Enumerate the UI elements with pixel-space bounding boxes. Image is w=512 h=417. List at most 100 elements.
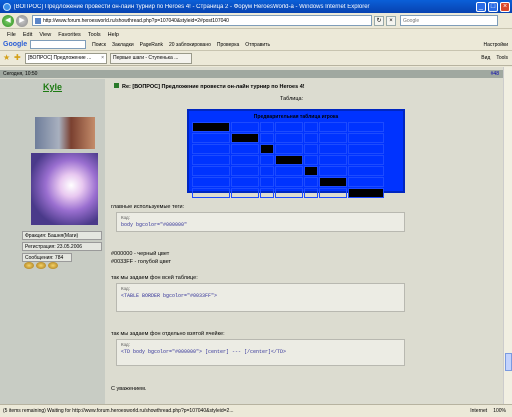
pagerank-indicator: PageRank [139, 41, 163, 48]
table-cell [192, 166, 230, 176]
add-favorite-icon[interactable]: ✚ [14, 54, 22, 62]
faction-info: Фракция: Башня(Маги) [22, 231, 102, 240]
browser-window: [ВОПРОС] Предложение провести он-лайн ту… [0, 0, 512, 417]
menu-file[interactable]: File [7, 32, 16, 38]
maximize-button[interactable]: □ [488, 1, 498, 12]
table-cell [319, 133, 347, 143]
table-cell [192, 122, 230, 132]
tab-label: [ВОПРОС] Предложение ... [28, 55, 92, 61]
close-tab-icon[interactable]: × [101, 55, 104, 61]
code-block-1: Код: body bgcolor="#000000" [116, 212, 405, 232]
url-input[interactable]: http://www.forum.heroesworld.ru/showthre… [32, 15, 372, 26]
registration-info: Регистрация: 23.05.2006 [22, 242, 102, 251]
table-cell [231, 166, 259, 176]
post-title-text: Re: [ВОПРОС] Предложение провести он-лай… [122, 84, 305, 90]
settings-button[interactable]: Настройки [483, 42, 508, 48]
table-cell [304, 122, 318, 132]
medal-icon [36, 262, 46, 269]
title-bar: [ВОПРОС] Предложение провести он-лайн ту… [0, 0, 512, 13]
table-cell [275, 133, 303, 143]
table-cell [304, 177, 318, 187]
zoom-level[interactable]: 100% [493, 408, 506, 414]
table-cell [260, 144, 274, 154]
whole-table-text: так мы задаем фон всей таблице: [111, 275, 198, 281]
table-cell [319, 166, 347, 176]
table-cell [260, 166, 274, 176]
menu-bar: File Edit View Favorites Tools Help [0, 30, 512, 39]
medal-icon [24, 262, 34, 269]
google-search-button[interactable]: Поиск [92, 42, 106, 48]
username-link[interactable]: Kyle [0, 82, 105, 92]
code-text: <TD body bgcolor="#000000"> [center] ---… [121, 349, 287, 355]
medal-icon [48, 262, 58, 269]
refresh-icon[interactable]: ↻ [374, 15, 384, 26]
page-menu[interactable]: Вид [481, 55, 490, 61]
table-cell [231, 155, 259, 165]
user-info-panel: Kyle Фракция: Башня(Маги) Регистрация: 2… [0, 79, 105, 404]
table-cell [192, 188, 230, 198]
close-button[interactable]: × [500, 1, 510, 12]
table-cell [275, 177, 303, 187]
table-cell [348, 166, 384, 176]
code-block-3: Код: <TD body bgcolor="#000000"> [center… [116, 339, 405, 366]
table-cell [275, 166, 303, 176]
popup-blocker[interactable]: 20 заблокировано [169, 42, 211, 48]
table-cell [231, 122, 259, 132]
table-cell [275, 188, 303, 198]
menu-favorites[interactable]: Favorites [58, 32, 81, 38]
menu-help[interactable]: Help [108, 32, 119, 38]
code-text: body bgcolor="#000000" [121, 222, 188, 228]
search-placeholder: Google [403, 17, 420, 24]
table-cell [192, 155, 230, 165]
menu-view[interactable]: View [39, 32, 51, 38]
forward-icon[interactable]: ▶ [16, 14, 28, 27]
post-number-link[interactable]: #48 [491, 71, 499, 77]
menu-tools[interactable]: Tools [88, 32, 101, 38]
back-icon[interactable]: ◀ [2, 14, 14, 27]
table-cell [348, 144, 384, 154]
table-cell [319, 155, 347, 165]
table-cell [319, 144, 347, 154]
scrollbar-thumb[interactable] [505, 353, 512, 371]
page-icon [35, 17, 41, 24]
url-text: http://www.forum.heroesworld.ru/showthre… [43, 17, 229, 24]
table-cell [192, 144, 230, 154]
single-cell-text: так мы задаем фон отдельно взятой ячейке… [111, 331, 225, 337]
bookmarks-button[interactable]: Закладки [112, 42, 134, 48]
vertical-scrollbar[interactable] [503, 67, 512, 404]
table-cell [275, 122, 303, 132]
code-block-2: Код: <TABLE BORDER bgcolor="#0033FF"> [116, 283, 405, 312]
google-toolbar: Google Поиск Закладки PageRank 20 заблок… [0, 39, 512, 51]
user-medals [24, 262, 60, 269]
status-text: (5 items remaining) Waiting for http://w… [3, 408, 234, 414]
menu-edit[interactable]: Edit [23, 32, 32, 38]
table-cell [304, 166, 318, 176]
example-table-header: Предварительная таблица игрока [253, 114, 339, 120]
minimize-button[interactable]: _ [476, 1, 486, 12]
table-cell [275, 144, 303, 154]
page-viewport: Сегодня, 10:50 #48 Kyle Фракция: Башня(М… [0, 67, 503, 404]
stop-icon[interactable]: × [386, 15, 396, 26]
tab-label: Первые шаги - Ступенька ... [113, 55, 179, 61]
favorites-star-icon[interactable]: ★ [3, 54, 11, 62]
table-cell [319, 122, 347, 132]
search-input[interactable]: Google [400, 15, 498, 26]
spellcheck-button[interactable]: Проверка [217, 42, 239, 48]
tab-forum-post[interactable]: [ВОПРОС] Предложение ... × [25, 52, 107, 64]
color-black-text: #000000 - черный цвет [111, 251, 170, 257]
address-bar: ◀ ▶ http://www.forum.heroesworld.ru/show… [0, 13, 512, 29]
tools-menu[interactable]: Tools [496, 55, 508, 61]
status-bar: (5 items remaining) Waiting for http://w… [0, 404, 512, 417]
table-cell [231, 133, 259, 143]
table-cell [260, 122, 274, 132]
send-button[interactable]: Отправить [245, 42, 270, 48]
user-banner-image [35, 117, 95, 149]
google-search-input[interactable] [30, 40, 87, 49]
google-logo: Google [3, 41, 28, 48]
post-icon [114, 83, 119, 88]
tab-first-steps[interactable]: Первые шаги - Ступенька ... [110, 52, 192, 64]
table-cell [348, 177, 384, 187]
code-label: Код: [121, 286, 130, 291]
table-cell [275, 155, 303, 165]
post-header: Сегодня, 10:50 #48 [0, 70, 503, 78]
